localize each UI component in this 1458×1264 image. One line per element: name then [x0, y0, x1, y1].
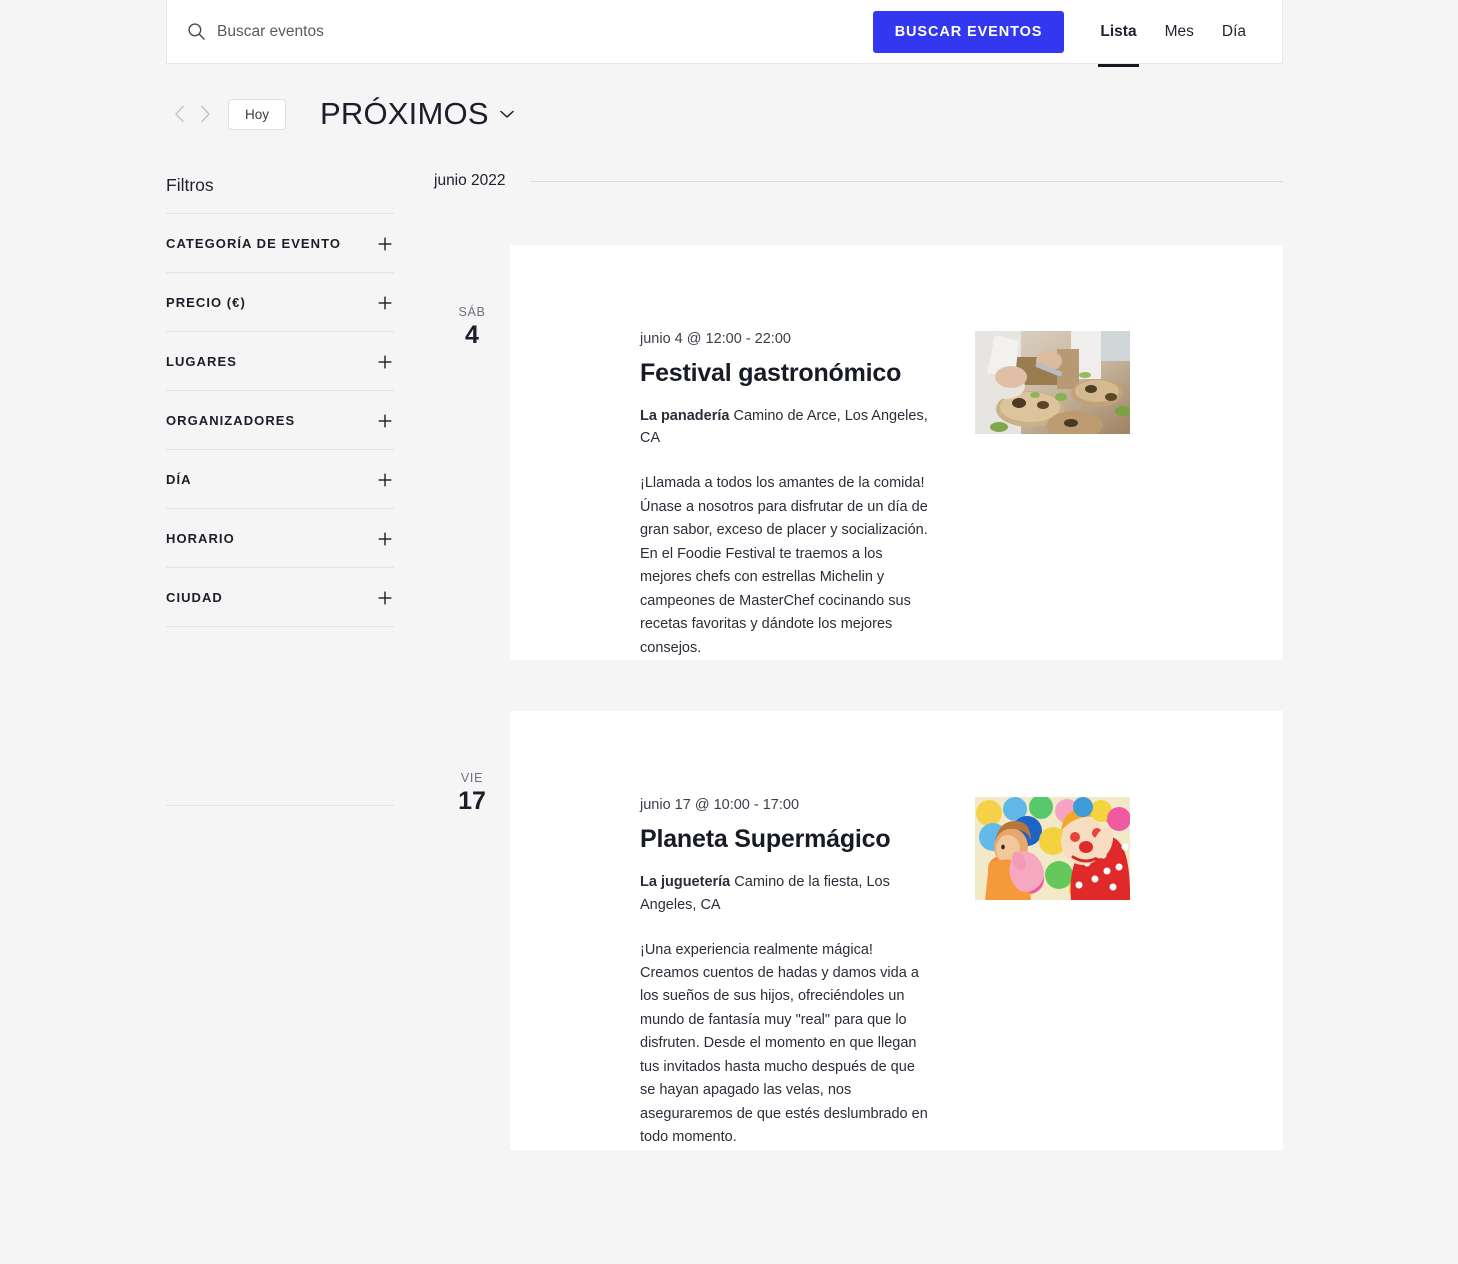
event-title[interactable]: Festival gastronómico [640, 359, 930, 389]
event-row: VIE 17 junio 17 @ 10:00 - 17:00 Planeta … [434, 711, 1283, 1150]
tab-mes[interactable]: Mes [1151, 0, 1208, 63]
event-thumbnail-image [975, 331, 1130, 434]
filter-organizadores[interactable]: ORGANIZADORES [166, 390, 394, 449]
filter-label: HORARIO [166, 531, 235, 546]
month-header: junio 2022 [434, 168, 1283, 194]
month-divider [529, 180, 1283, 182]
plus-icon [378, 296, 392, 309]
event-description: ¡Llamada a todos los amantes de la comid… [640, 475, 928, 656]
event-day-of-week: VIE [460, 771, 484, 786]
event-card[interactable]: junio 17 @ 10:00 - 17:00 Planeta Supermá… [510, 711, 1283, 1150]
plus-icon [378, 414, 392, 427]
filters-heading: Filtros [166, 175, 214, 195]
sidebar-divider [166, 805, 394, 806]
event-venue: La juguetería Camino de la fiesta, Los A… [640, 871, 930, 917]
search-bar[interactable] [167, 0, 873, 63]
filter-horario[interactable]: HORARIO [166, 508, 394, 567]
plus-icon [378, 237, 392, 250]
filter-label: ORGANIZADORES [166, 413, 296, 428]
filter-precio[interactable]: PRECIO (€) [166, 272, 394, 331]
filter-label: PRECIO (€) [166, 295, 246, 310]
filter-dia[interactable]: DÍA [166, 449, 394, 508]
event-thumbnail-image [975, 797, 1130, 901]
filter-label: CATEGORÍA DE EVENTO [166, 236, 342, 251]
month-label: junio 2022 [434, 172, 506, 189]
event-thumbnail-wrap[interactable] [975, 331, 1130, 660]
event-day-number: 4 [465, 321, 479, 349]
filter-label: CIUDAD [166, 590, 223, 605]
event-venue: La panadería Camino de Arce, Los Angeles… [640, 405, 930, 451]
view-title-dropdown[interactable]: PRÓXIMOS [320, 96, 514, 132]
plus-icon [378, 473, 392, 486]
event-time: junio 17 @ 10:00 - 17:00 [640, 797, 800, 814]
events-list: junio 2022 SÁB 4 junio 4 @ 12:00 - 22:00… [434, 168, 1283, 1150]
prev-period-button[interactable] [166, 96, 192, 132]
filter-label: DÍA [166, 472, 192, 487]
plus-icon [378, 355, 392, 368]
page-header: BUSCAR EVENTOS Lista Mes Día [166, 0, 1283, 67]
event-card[interactable]: junio 4 @ 12:00 - 22:00 Festival gastron… [510, 245, 1283, 661]
next-period-button[interactable] [192, 96, 218, 132]
filters-sidebar: Filtros CATEGORÍA DE EVENTO PRECIO (€) L… [166, 175, 394, 806]
filter-categoria-de-evento[interactable]: CATEGORÍA DE EVENTO [166, 213, 394, 272]
tab-lista[interactable]: Lista [1086, 0, 1150, 67]
event-date-column: SÁB 4 [434, 245, 510, 660]
plus-icon [378, 532, 392, 545]
event-day-number: 17 [458, 787, 486, 816]
event-venue-name: La panadería [640, 407, 730, 424]
filter-lugares[interactable]: LUGARES [166, 331, 394, 390]
page-title: PRÓXIMOS [320, 96, 489, 131]
events-calendar-page: BUSCAR EVENTOS Lista Mes Día Hoy PRÓXIMO… [0, 0, 1458, 1264]
event-description: ¡Una experiencia realmente mágica! Cream… [640, 941, 928, 1146]
filter-label: LUGARES [166, 354, 237, 369]
event-row: SÁB 4 junio 4 @ 12:00 - 22:00 Festival g… [434, 245, 1283, 661]
plus-icon [378, 591, 392, 604]
chevron-left-icon [174, 105, 184, 123]
find-events-button[interactable]: BUSCAR EVENTOS [872, 10, 1065, 53]
event-thumbnail-wrap[interactable] [975, 797, 1130, 1150]
today-button[interactable]: Hoy [228, 98, 287, 130]
event-day-of-week: SÁB [458, 305, 486, 319]
event-date-column: VIE 17 [434, 711, 510, 1150]
view-tabs: Lista Mes Día [1086, 0, 1260, 67]
search-input[interactable] [217, 0, 873, 63]
event-venue-name: La juguetería [640, 873, 731, 890]
tab-dia[interactable]: Día [1208, 0, 1260, 63]
calendar-nav: Hoy PRÓXIMOS [166, 96, 514, 132]
header-actions: BUSCAR EVENTOS Lista Mes Día [872, 0, 1282, 67]
event-time: junio 4 @ 12:00 - 22:00 [640, 331, 791, 347]
filter-ciudad[interactable]: CIUDAD [166, 567, 394, 626]
event-title[interactable]: Planeta Supermágico [640, 825, 930, 855]
search-icon [188, 23, 205, 40]
chevron-right-icon [200, 105, 210, 123]
chevron-down-icon [499, 110, 514, 118]
